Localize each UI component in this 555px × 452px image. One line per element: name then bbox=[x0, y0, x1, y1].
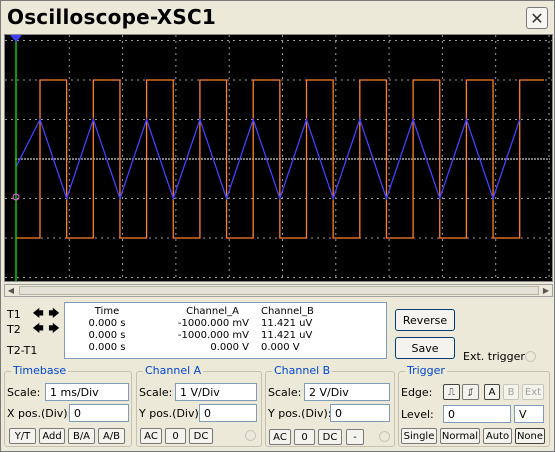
channel-a-scale-field[interactable]: 1 V/Div bbox=[175, 383, 257, 401]
trigger-level-label: Level: bbox=[401, 408, 434, 421]
title-bar[interactable]: Oscilloscope-XSC1 ✕ bbox=[1, 1, 554, 35]
ext-trigger-label: Ext. trigger bbox=[463, 350, 525, 363]
channel-a-dc-button[interactable]: DC bbox=[189, 428, 213, 444]
readout-table: Time Channel_A Channel_B 0.000 s -1000.0… bbox=[73, 306, 351, 354]
t1-time: 0.000 s bbox=[88, 318, 126, 329]
channel-a-ypos-label: Y pos.(Div): bbox=[139, 407, 203, 420]
trigger-auto-button[interactable]: Auto bbox=[483, 428, 512, 444]
channel-a-title: Channel A bbox=[143, 364, 204, 377]
mode-add-button[interactable]: Add bbox=[39, 428, 65, 444]
scroll-right-icon[interactable]: ▶ bbox=[540, 285, 552, 296]
header-time: Time bbox=[94, 306, 120, 317]
trigger-title: Trigger bbox=[405, 364, 447, 377]
trigger-edge-label: Edge: bbox=[401, 386, 433, 399]
timebase-scale-field[interactable]: 1 ms/Div bbox=[45, 383, 129, 401]
trigger-group: Trigger Edge: ⎍ ⎎ A B Ext Level: 0 V Sin… bbox=[398, 364, 550, 447]
trigger-none-button[interactable]: None bbox=[515, 428, 545, 444]
t1-channel-b: 11.421 uV bbox=[261, 318, 313, 329]
t2-channel-a: -1000.000 mV bbox=[177, 330, 249, 341]
cursor-t2-row: T2 🡄 🡆 bbox=[7, 321, 61, 337]
mode-yt-button[interactable]: Y/T bbox=[9, 428, 36, 444]
measurement-readout: Time Channel_A Channel_B 0.000 s -1000.0… bbox=[64, 302, 387, 359]
channel-b-ypos-label: Y pos.(Div): bbox=[268, 407, 332, 420]
channel-a-zero-button[interactable]: 0 bbox=[165, 428, 186, 444]
diff-channel-a: 0.000 V bbox=[210, 342, 249, 353]
rising-edge-icon[interactable]: ⎍ bbox=[443, 384, 460, 400]
channel-b-ypos-field[interactable]: 0 bbox=[330, 404, 390, 422]
falling-edge-icon[interactable]: ⎎ bbox=[462, 384, 479, 400]
diff-channel-b: 0.000 V bbox=[261, 342, 300, 353]
channel-b-ac-button[interactable]: AC bbox=[269, 429, 291, 445]
channel-a-group: Channel A Scale: 1 V/Div Y pos.(Div): 0 … bbox=[136, 364, 262, 447]
timebase-scale-label: Scale: bbox=[7, 386, 41, 399]
oscilloscope-window: Oscilloscope-XSC1 ✕ ◀ ▶ T1 🡄 🡆 T2 🡄 🡆 T2… bbox=[0, 0, 555, 452]
horizontal-scrollbar[interactable]: ◀ ▶ bbox=[4, 284, 553, 297]
mode-ba-button[interactable]: B/A bbox=[68, 428, 95, 444]
t1-channel-a: -1000.000 mV bbox=[177, 318, 249, 329]
cursor-diff-row: T2-T1 bbox=[7, 342, 37, 358]
cursor-t2-right-icon[interactable]: 🡆 bbox=[47, 322, 61, 336]
channel-b-scale-field[interactable]: 2 V/Div bbox=[304, 383, 390, 401]
readout-row-t2: 0.000 s -1000.000 mV 11.421 uV bbox=[73, 330, 351, 342]
channel-b-scale-label: Scale: bbox=[268, 386, 302, 399]
channel-b-zero-button[interactable]: 0 bbox=[294, 429, 315, 445]
t2-channel-b: 11.421 uV bbox=[261, 330, 313, 341]
oscilloscope-display[interactable] bbox=[4, 34, 553, 282]
close-button[interactable]: ✕ bbox=[526, 7, 548, 29]
cursor-t2-left-icon[interactable]: 🡄 bbox=[31, 322, 45, 336]
cursor-diff-label: T2-T1 bbox=[7, 343, 38, 357]
channel-b-invert-button[interactable]: - bbox=[346, 429, 364, 445]
readout-row-diff: 0.000 s 0.000 V 0.000 V bbox=[73, 342, 351, 354]
timebase-group: Timebase Scale: 1 ms/Div X pos.(Div): 0 … bbox=[4, 364, 132, 447]
channel-b-dc-button[interactable]: DC bbox=[318, 429, 342, 445]
scroll-left-icon[interactable]: ◀ bbox=[5, 285, 17, 296]
reverse-button[interactable]: Reverse bbox=[395, 309, 455, 331]
timebase-title: Timebase bbox=[11, 364, 69, 377]
window-title: Oscilloscope-XSC1 bbox=[7, 5, 216, 29]
t2-time: 0.000 s bbox=[88, 330, 126, 341]
timebase-xpos-field[interactable]: 0 bbox=[69, 404, 129, 422]
waveform-plot bbox=[5, 35, 552, 281]
scrollbar-thumb[interactable] bbox=[19, 286, 539, 295]
trigger-level-field[interactable]: 0 bbox=[443, 405, 511, 423]
channel-a-ac-button[interactable]: AC bbox=[140, 428, 162, 444]
diff-time: 0.000 s bbox=[88, 342, 126, 353]
cursor-t1-label: T1 bbox=[7, 307, 21, 321]
trigger-source-a-button[interactable]: A bbox=[484, 384, 500, 400]
trigger-level-unit[interactable]: V bbox=[514, 405, 544, 423]
header-channel-b: Channel_B bbox=[261, 306, 314, 317]
grid bbox=[5, 35, 552, 281]
readout-row-t1: 0.000 s -1000.000 mV 11.421 uV bbox=[73, 318, 351, 330]
save-button[interactable]: Save bbox=[395, 337, 455, 359]
channel-a-ypos-field[interactable]: 0 bbox=[199, 404, 257, 422]
cursor-t2-label: T2 bbox=[7, 322, 21, 336]
readout-header-row: Time Channel_A Channel_B bbox=[73, 306, 351, 318]
timebase-xpos-label: X pos.(Div): bbox=[7, 407, 72, 420]
channel-b-trace bbox=[16, 79, 544, 239]
channel-a-indicator bbox=[245, 430, 256, 441]
header-channel-a: Channel_A bbox=[186, 306, 239, 317]
trigger-source-ext-button[interactable]: Ext bbox=[522, 384, 544, 400]
ext-trigger-indicator[interactable] bbox=[525, 351, 536, 362]
channel-a-scale-label: Scale: bbox=[139, 386, 173, 399]
mode-ab-button[interactable]: A/B bbox=[98, 428, 125, 444]
channel-b-title: Channel B bbox=[272, 364, 333, 377]
channel-b-indicator bbox=[379, 431, 390, 442]
trigger-single-button[interactable]: Single bbox=[401, 428, 437, 444]
trigger-normal-button[interactable]: Normal bbox=[440, 428, 480, 444]
trigger-source-b-button[interactable]: B bbox=[503, 384, 519, 400]
channel-b-group: Channel B Scale: 2 V/Div Y pos.(Div): 0 … bbox=[265, 364, 395, 447]
